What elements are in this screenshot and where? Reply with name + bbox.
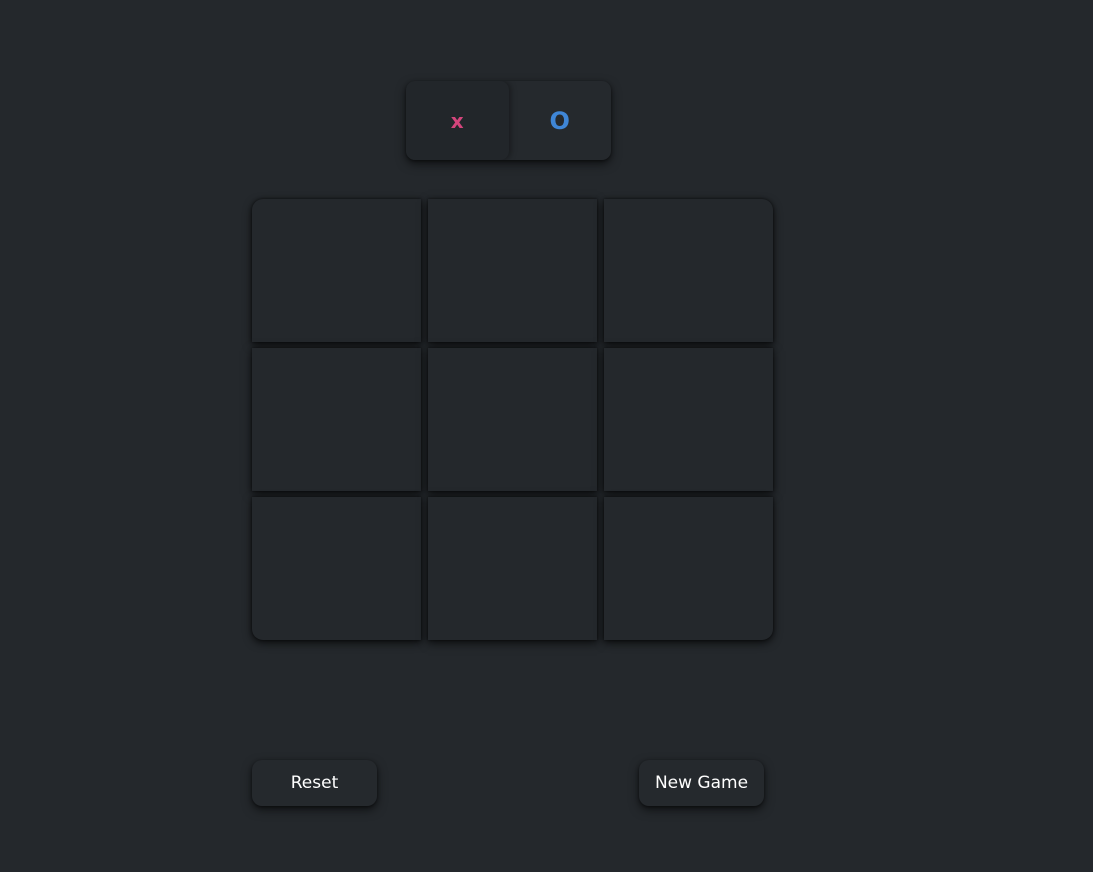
board-cell-4[interactable] <box>252 348 421 491</box>
board-cell-7[interactable] <box>252 497 421 640</box>
x-mark-icon: x <box>450 108 464 133</box>
turn-option-o[interactable]: O <box>509 81 612 160</box>
board-cell-5[interactable] <box>428 348 597 491</box>
board-cell-1[interactable] <box>252 199 421 342</box>
turn-selector: x O <box>406 81 611 160</box>
board-cell-6[interactable] <box>604 348 773 491</box>
game-board <box>252 199 773 640</box>
board-cell-9[interactable] <box>604 497 773 640</box>
board-cell-2[interactable] <box>428 199 597 342</box>
reset-button[interactable]: Reset <box>252 760 377 806</box>
o-mark-icon: O <box>549 106 570 135</box>
new-game-button[interactable]: New Game <box>639 760 764 806</box>
board-cell-3[interactable] <box>604 199 773 342</box>
board-cell-8[interactable] <box>428 497 597 640</box>
turn-option-x[interactable]: x <box>406 81 509 160</box>
game-screen: x O Reset New Game <box>0 0 1093 872</box>
